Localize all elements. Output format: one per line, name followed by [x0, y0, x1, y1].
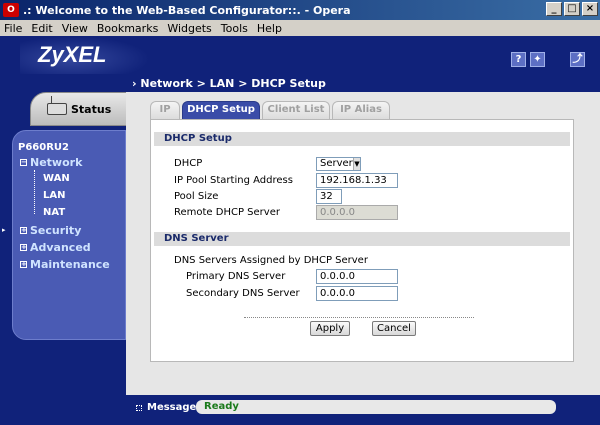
- apply-button[interactable]: Apply: [310, 321, 350, 336]
- message-icon: [136, 404, 142, 411]
- router-icon: [47, 96, 67, 115]
- breadcrumb-text: Network > LAN > DHCP Setup: [140, 77, 326, 90]
- device-model: P660RU2: [18, 142, 69, 153]
- sidebar-collapse-handle[interactable]: ▸: [2, 226, 6, 234]
- menu-view[interactable]: View: [62, 22, 88, 35]
- expand-icon: +: [20, 226, 27, 234]
- menu-file[interactable]: File: [4, 22, 22, 35]
- remote-dhcp-label: Remote DHCP Server: [174, 207, 280, 218]
- section-header-dns-server: DNS Server: [154, 232, 570, 246]
- sidebar-subitem-wan[interactable]: WAN: [43, 173, 70, 184]
- section-header-dhcp-setup: DHCP Setup: [154, 132, 570, 146]
- window-controls: _ □ ×: [546, 2, 598, 16]
- tab-ip-alias[interactable]: IP Alias: [332, 101, 390, 119]
- sidebar-item-advanced[interactable]: + Advanced: [20, 241, 91, 254]
- dhcp-mode-value: Server: [320, 158, 353, 169]
- primary-dns-label: Primary DNS Server: [186, 271, 286, 282]
- cancel-button[interactable]: Cancel: [372, 321, 416, 336]
- status-tab[interactable]: Status: [30, 92, 130, 126]
- menu-tools[interactable]: Tools: [221, 22, 248, 35]
- secondary-dns-label: Secondary DNS Server: [186, 288, 300, 299]
- menu-bookmarks[interactable]: Bookmarks: [97, 22, 158, 35]
- tab-dhcp-setup[interactable]: DHCP Setup: [182, 101, 260, 119]
- sidebar-item-label: Security: [30, 224, 82, 237]
- close-button[interactable]: ×: [582, 2, 598, 16]
- sidebar-item-maintenance[interactable]: + Maintenance: [20, 258, 110, 271]
- status-tab-label: Status: [71, 102, 112, 116]
- tree-line: [34, 170, 35, 214]
- secondary-dns-input[interactable]: 0.0.0.0: [316, 286, 398, 301]
- minimize-button[interactable]: _: [546, 2, 562, 16]
- chevron-down-icon: ▼: [352, 158, 360, 170]
- pool-size-label: Pool Size: [174, 191, 219, 202]
- dhcp-label: DHCP: [174, 158, 203, 169]
- pool-start-input[interactable]: 192.168.1.33: [316, 173, 398, 188]
- collapse-icon: −: [20, 158, 27, 166]
- sidebar-item-label: Advanced: [30, 241, 91, 254]
- dns-assigned-label: DNS Servers Assigned by DHCP Server: [174, 255, 368, 266]
- tab-ip[interactable]: IP: [150, 101, 180, 119]
- expand-icon: +: [20, 260, 27, 268]
- sidebar-item-label: Maintenance: [30, 258, 110, 271]
- window-title: .: Welcome to the Web-Based Configurator…: [23, 3, 351, 17]
- logout-icon[interactable]: ⤴: [570, 52, 585, 67]
- sidebar-subitem-lan[interactable]: LAN: [43, 190, 65, 201]
- pool-size-input[interactable]: 32: [316, 189, 342, 204]
- sidebar-item-label: Network: [30, 156, 83, 169]
- sidebar-item-network[interactable]: − Network: [20, 156, 82, 169]
- menu-edit[interactable]: Edit: [31, 22, 52, 35]
- sidebar-item-security[interactable]: + Security: [20, 224, 81, 237]
- help-icon[interactable]: ?: [511, 52, 526, 67]
- divider: [244, 317, 474, 318]
- message-label: Message: [136, 402, 196, 413]
- menu-widgets[interactable]: Widgets: [167, 22, 211, 35]
- maximize-button[interactable]: □: [564, 2, 580, 16]
- window-titlebar: O .: Welcome to the Web-Based Configurat…: [0, 0, 600, 20]
- breadcrumb: › Network > LAN > DHCP Setup: [132, 77, 326, 90]
- tab-client-list[interactable]: Client List: [262, 101, 330, 119]
- dhcp-mode-select[interactable]: Server ▼: [316, 157, 361, 171]
- wizard-icon[interactable]: ✦: [530, 52, 545, 67]
- menu-bar: File Edit View Bookmarks Widgets Tools H…: [0, 20, 600, 36]
- opera-icon: O: [3, 3, 19, 17]
- message-field: Ready: [196, 400, 556, 414]
- remote-dhcp-input: 0.0.0.0: [316, 205, 398, 220]
- primary-dns-input[interactable]: 0.0.0.0: [316, 269, 398, 284]
- sidebar-subitem-nat[interactable]: NAT: [43, 207, 65, 218]
- expand-icon: +: [20, 243, 27, 251]
- pool-start-label: IP Pool Starting Address: [174, 175, 293, 186]
- menu-help[interactable]: Help: [257, 22, 282, 35]
- message-label-text: Message: [147, 402, 197, 413]
- zyxel-logo: ZyXEL: [38, 42, 107, 67]
